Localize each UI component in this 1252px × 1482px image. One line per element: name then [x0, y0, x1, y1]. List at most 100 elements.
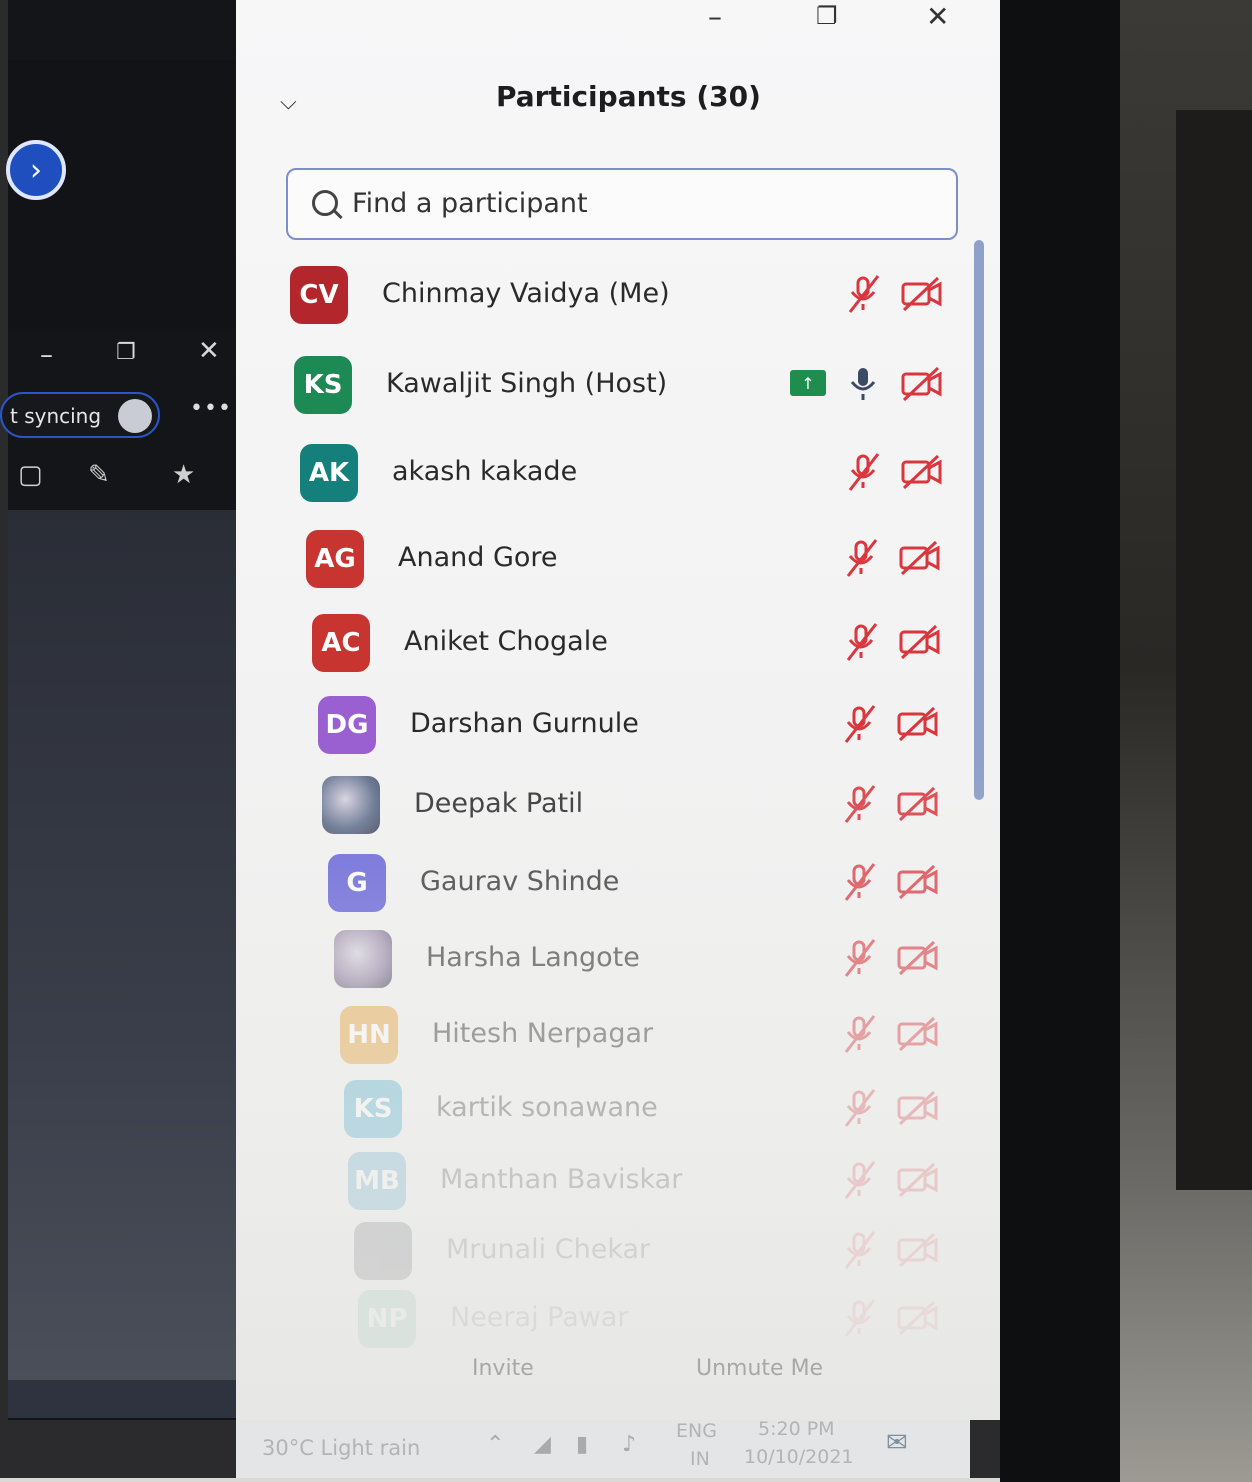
muted-microphone-icon[interactable] [842, 1160, 878, 1200]
volume-icon[interactable]: ♪ [622, 1432, 636, 1457]
search-input[interactable]: Find a participant [286, 168, 958, 240]
muted-microphone-icon[interactable] [842, 784, 878, 824]
participant-name: kartik sonawane [436, 1092, 658, 1123]
participant-row[interactable]: Harsha Langote [334, 930, 994, 1000]
video-off-icon[interactable] [896, 938, 940, 978]
participant-row[interactable]: CV Chinmay Vaidya (Me) [290, 266, 950, 336]
monitor-side [1176, 110, 1252, 1190]
participant-row[interactable]: KS kartik sonawane [344, 1080, 1004, 1150]
video-off-icon[interactable] [896, 1230, 940, 1270]
participant-row[interactable]: AG Anand Gore [306, 530, 966, 600]
chevron-up-icon[interactable]: ⌃ [486, 1432, 504, 1457]
participant-avatar [354, 1222, 412, 1280]
participant-name: Gaurav Shinde [420, 866, 620, 897]
participant-avatar: CV [290, 266, 348, 324]
sync-status-text: t syncing [10, 404, 102, 428]
participant-row[interactable]: G Gaurav Shinde [328, 854, 988, 924]
chevron-right-icon: › [30, 152, 42, 188]
participant-name: Darshan Gurnule [410, 708, 639, 739]
collapse-chevron-icon[interactable]: ⌵ [280, 90, 297, 115]
participant-row[interactable]: Deepak Patil [322, 776, 982, 846]
panel-close-icon[interactable]: ✕ [926, 0, 949, 33]
participant-avatar: G [328, 854, 386, 912]
participant-row[interactable]: Mrunali Chekar [354, 1222, 1014, 1292]
participant-row[interactable]: NP Neeraj Pawar [358, 1290, 1018, 1360]
participant-avatar: AK [300, 444, 358, 502]
participant-name: Deepak Patil [414, 788, 584, 819]
monitor-bezel [1000, 0, 1120, 1482]
participant-name: Anand Gore [398, 542, 558, 573]
battery-icon[interactable]: ▮ [576, 1432, 588, 1457]
muted-microphone-icon[interactable] [842, 704, 878, 744]
participant-avatar: NP [358, 1290, 416, 1348]
panel-title: Participants (30) [496, 80, 761, 113]
participant-name: Harsha Langote [426, 942, 640, 973]
participant-name: Mrunali Chekar [446, 1234, 651, 1265]
muted-microphone-icon[interactable] [844, 538, 880, 578]
participant-avatar: MB [348, 1152, 406, 1210]
share-screen-icon: ↑ [790, 370, 826, 396]
muted-microphone-icon[interactable] [844, 622, 880, 662]
participant-row[interactable]: AK akash kakade [300, 444, 960, 514]
restore-icon[interactable]: ❐ [116, 340, 136, 365]
save-icon[interactable]: ▢ [18, 460, 43, 490]
muted-microphone-icon[interactable] [842, 1230, 878, 1270]
more-options-button[interactable]: ••• [190, 396, 232, 421]
panel-popout-icon[interactable]: ❐ [816, 2, 838, 30]
search-icon [312, 190, 338, 216]
participant-name: Hitesh Nerpagar [432, 1018, 654, 1049]
invite-button[interactable]: Invite [472, 1356, 534, 1381]
video-off-icon[interactable] [896, 1298, 940, 1338]
pin-icon[interactable]: ★ [172, 460, 195, 490]
minimize-icon[interactable]: – [40, 340, 53, 370]
muted-microphone-icon[interactable] [842, 938, 878, 978]
muted-microphone-icon[interactable] [842, 1298, 878, 1338]
muted-microphone-icon[interactable] [842, 1014, 878, 1054]
participant-avatar: KS [344, 1080, 402, 1138]
video-off-icon[interactable] [900, 452, 944, 492]
participant-avatar: DG [318, 696, 376, 754]
muted-microphone-icon[interactable] [846, 452, 882, 492]
video-off-icon[interactable] [900, 274, 944, 314]
network-icon[interactable]: ◢ [534, 1432, 551, 1457]
video-off-icon[interactable] [896, 1014, 940, 1054]
participant-name: Neeraj Pawar [450, 1302, 629, 1333]
video-off-icon[interactable] [896, 1088, 940, 1128]
sync-status-pill[interactable]: t syncing [0, 392, 160, 438]
clock-date[interactable]: 10/10/2021 [744, 1446, 854, 1468]
participant-row[interactable]: MB Manthan Baviskar [348, 1152, 1008, 1222]
unmute-me-button[interactable]: Unmute Me [696, 1356, 823, 1381]
muted-microphone-icon[interactable] [846, 274, 882, 314]
video-off-icon[interactable] [898, 622, 942, 662]
participant-row[interactable]: AC Aniket Chogale [312, 614, 972, 684]
muted-microphone-icon[interactable] [842, 1088, 878, 1128]
participant-name: akash kakade [392, 456, 578, 487]
video-off-icon[interactable] [900, 364, 944, 404]
video-off-icon[interactable] [896, 784, 940, 824]
edit-icon[interactable]: ✎ [88, 460, 110, 490]
participant-row[interactable]: DG Darshan Gurnule [318, 696, 978, 766]
notification-icon[interactable]: ✉ [886, 1428, 908, 1458]
muted-microphone-icon[interactable] [842, 862, 878, 902]
language-top[interactable]: ENG [676, 1420, 717, 1442]
video-off-icon[interactable] [896, 1160, 940, 1200]
participant-avatar: AG [306, 530, 364, 588]
participant-avatar: HN [340, 1006, 398, 1064]
language-bottom[interactable]: IN [690, 1448, 710, 1470]
video-off-icon[interactable] [898, 538, 942, 578]
panel-minimize-icon[interactable]: – [708, 0, 722, 33]
participant-name: Kawaljit Singh (Host) [386, 368, 668, 399]
weather-widget[interactable]: 30°C Light rain [262, 1436, 420, 1460]
participant-avatar: KS [294, 356, 352, 414]
next-arrow-button[interactable]: › [6, 140, 66, 200]
participant-avatar [334, 930, 392, 988]
video-off-icon[interactable] [896, 862, 940, 902]
participant-avatar: AC [312, 614, 370, 672]
video-off-icon[interactable] [896, 704, 940, 744]
participant-row[interactable]: KS Kawaljit Singh (Host) ↑ [294, 356, 954, 426]
participant-row[interactable]: HN Hitesh Nerpagar [340, 1006, 1000, 1076]
microphone-icon[interactable] [846, 364, 882, 404]
close-icon[interactable]: ✕ [198, 336, 220, 366]
participant-avatar [322, 776, 380, 834]
clock-time[interactable]: 5:20 PM [758, 1418, 835, 1440]
